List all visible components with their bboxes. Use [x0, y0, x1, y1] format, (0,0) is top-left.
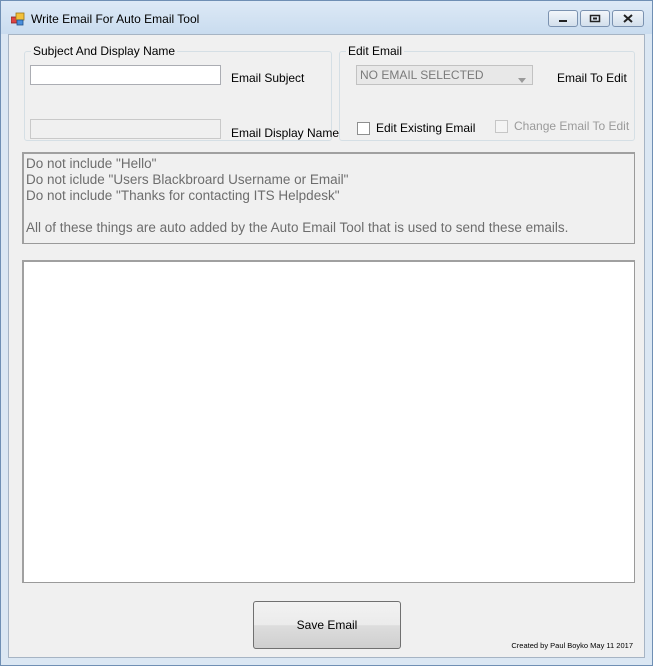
subject-group-legend: Subject And Display Name: [31, 44, 178, 58]
instruction-line: Do not include "Hello": [26, 156, 157, 171]
email-subject-input[interactable]: [30, 65, 221, 85]
email-display-name-input[interactable]: [30, 119, 221, 139]
edit-email-group: Edit Email NO EMAIL SELECTED Email To Ed…: [339, 44, 635, 141]
email-subject-label: Email Subject: [231, 71, 305, 85]
edit-email-group-legend: Edit Email: [346, 44, 405, 58]
dropdown-arrow-icon: [518, 72, 526, 86]
email-to-edit-label: Email To Edit: [557, 71, 627, 85]
instruction-line: [26, 204, 634, 220]
caption-buttons: [548, 10, 644, 27]
email-select-dropdown[interactable]: NO EMAIL SELECTED: [356, 65, 533, 85]
maximize-button[interactable]: [580, 10, 610, 27]
email-body-textarea[interactable]: [22, 260, 635, 583]
title-bar[interactable]: Write Email For Auto Email Tool: [1, 1, 652, 34]
instructions-textbox: Do not include "Hello" Do not iclude "Us…: [22, 152, 635, 244]
instruction-line: Do not include "Thanks for contacting IT…: [26, 188, 340, 203]
edit-existing-checkbox-box[interactable]: [357, 121, 370, 135]
minimize-button[interactable]: [548, 10, 578, 27]
change-email-label: Change Email To Edit: [514, 119, 630, 133]
minimize-icon: [559, 19, 567, 22]
email-select-value: NO EMAIL SELECTED: [360, 68, 484, 82]
edit-existing-checkbox[interactable]: Edit Existing Email: [357, 121, 475, 135]
form-client-area: Subject And Display Name Email Subject E…: [8, 34, 645, 658]
subject-group: Subject And Display Name Email Subject E…: [24, 44, 339, 141]
window-title: Write Email For Auto Email Tool: [31, 12, 200, 26]
app-icon: [10, 12, 25, 26]
close-icon: [623, 14, 633, 23]
email-display-name-label: Email Display Name: [231, 126, 340, 140]
change-email-checkbox-box[interactable]: [495, 119, 508, 133]
change-email-checkbox[interactable]: Change Email To Edit: [495, 119, 629, 133]
maximize-icon: [589, 14, 601, 23]
instruction-line: All of these things are auto added by th…: [26, 220, 569, 235]
author-credit: Created by Paul Boyko May 11 2017: [511, 641, 633, 650]
instruction-line: Do not iclude "Users Blackbroard Usernam…: [26, 172, 349, 187]
save-email-button[interactable]: Save Email: [253, 601, 401, 649]
app-window: Write Email For Auto Email Tool Subject …: [0, 0, 653, 666]
edit-existing-label: Edit Existing Email: [376, 121, 476, 135]
close-button[interactable]: [612, 10, 644, 27]
